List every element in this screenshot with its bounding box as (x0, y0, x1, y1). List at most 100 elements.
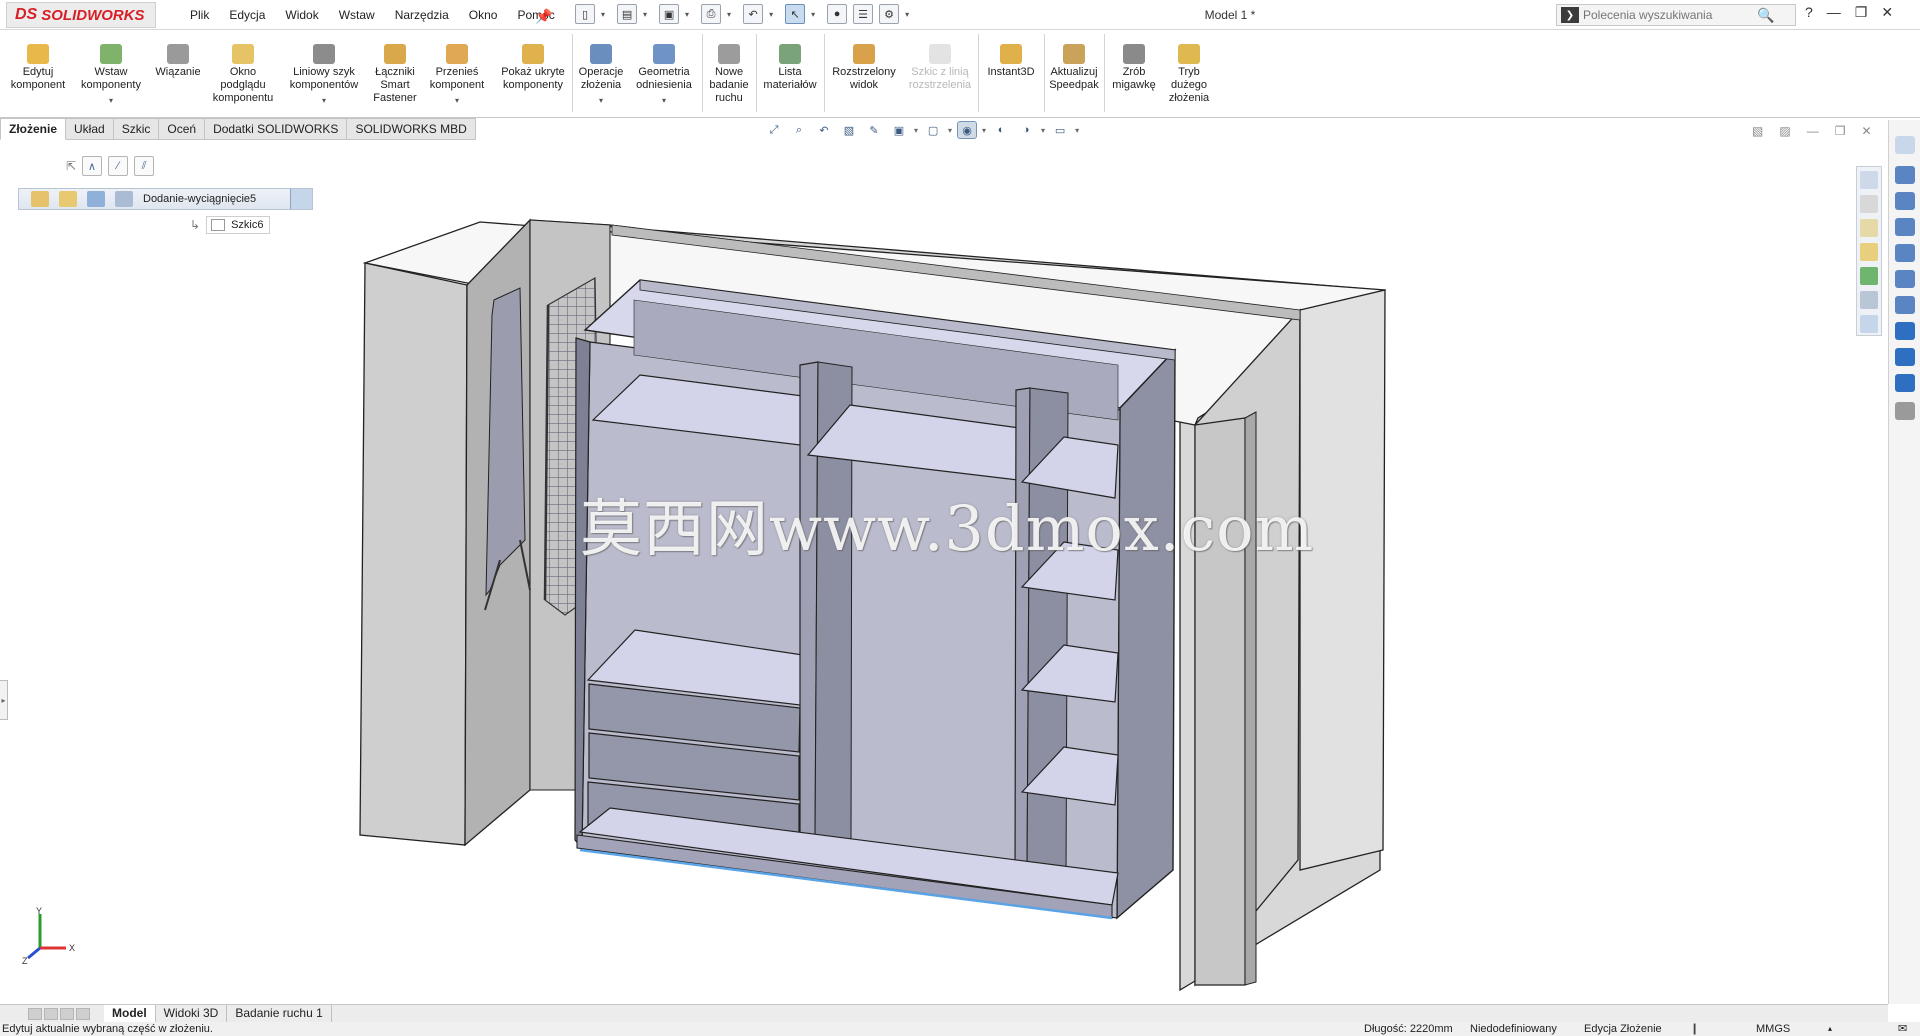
select-cursor-icon[interactable]: ↖ (785, 4, 806, 24)
viewport-close-icon[interactable]: ✕ (1861, 124, 1871, 138)
menu-insert[interactable]: Wstaw (329, 8, 385, 22)
mate-button[interactable]: Wiązanie (150, 44, 206, 79)
print-icon[interactable]: ⎙ (701, 4, 722, 24)
view-settings-icon[interactable]: ▭ (1050, 121, 1070, 139)
trimetric-view-icon[interactable] (1895, 348, 1915, 366)
dimetric-view-icon[interactable] (1895, 374, 1915, 392)
rebuild-icon[interactable]: ❙ (1690, 1022, 1699, 1036)
view-palette-icon[interactable] (1860, 243, 1878, 261)
plane-tool-icon[interactable]: ⫽ (134, 156, 155, 176)
coordinate-triad[interactable]: Y X Z (22, 906, 82, 966)
new-dropdown-icon[interactable]: ▾ (601, 10, 605, 19)
extrude-feature-icon[interactable] (115, 191, 133, 207)
options-gear-icon[interactable]: ⚙ (879, 4, 900, 24)
view-settings-dropdown-icon[interactable]: ▾ (1075, 126, 1079, 135)
traffic-light-icon[interactable]: ● (827, 4, 848, 24)
tab-sketch[interactable]: Szkic (113, 118, 160, 140)
wardrobe-model[interactable] (0, 140, 1885, 1004)
undo-icon[interactable]: ↶ (743, 4, 764, 24)
close-icon[interactable]: ✕ (1881, 4, 1893, 21)
top-view-icon[interactable] (1895, 270, 1915, 288)
tab-layout[interactable]: Układ (66, 118, 114, 140)
bill-of-materials-button[interactable]: Lista materiałów (758, 44, 822, 92)
zoom-to-fit-icon[interactable]: ⤢ (764, 121, 784, 139)
sketch-item[interactable]: Szkic6 (206, 216, 271, 234)
select-dropdown-icon[interactable]: ▾ (811, 10, 815, 19)
pin-pane-icon[interactable] (1895, 136, 1915, 154)
viewport-minimize-icon[interactable]: — (1807, 124, 1819, 138)
viewport-restore-icon[interactable]: ❐ (1835, 124, 1846, 138)
print-dropdown-icon[interactable]: ▾ (727, 10, 731, 19)
hide-show-items-icon[interactable]: ◉ (957, 121, 978, 139)
reference-geometry-dropdown-icon[interactable]: ▾ (630, 94, 698, 107)
subassembly-icon[interactable] (59, 191, 77, 207)
dynamic-annotation-icon[interactable]: ✎ (864, 121, 884, 139)
tab-mbd[interactable]: SOLIDWORKS MBD (347, 118, 476, 140)
solidworks-logo[interactable]: DS SOLIDWORKS (6, 2, 156, 28)
section-view-icon[interactable]: ▧ (839, 121, 859, 139)
menu-window[interactable]: Okno (459, 8, 508, 22)
edit-component-button[interactable]: Edytuj komponent (6, 44, 70, 92)
appearances-icon[interactable] (1860, 267, 1878, 285)
large-assembly-button[interactable]: Tryb dużego złożenia (1164, 44, 1214, 105)
instant3d-button[interactable]: Instant3D (980, 44, 1042, 79)
move-component-dropdown-icon[interactable]: ▾ (424, 94, 490, 107)
component-preview-button[interactable]: Okno podglądu komponentu (208, 44, 278, 105)
assembly-features-button[interactable]: Operacje złożenia ▾ (574, 44, 628, 107)
feedback-icon[interactable]: ✉ (1898, 1022, 1907, 1036)
edit-appearance-icon[interactable]: ◐ (991, 121, 1011, 139)
search-input[interactable] (1583, 8, 1753, 22)
tab-motion-study[interactable]: Badanie ruchu 1 (227, 1005, 332, 1022)
assembly-features-dropdown-icon[interactable]: ▾ (574, 94, 628, 107)
previous-view-icon[interactable]: ↶ (814, 121, 834, 139)
front-view-icon[interactable] (1895, 166, 1915, 184)
folder-icon[interactable] (1860, 219, 1878, 237)
reference-geometry-button[interactable]: Geometria odniesienia ▾ (630, 44, 698, 107)
hide-show-dropdown-icon[interactable]: ▾ (982, 126, 986, 135)
file-properties-icon[interactable]: ☰ (853, 4, 874, 24)
scene-dropdown-icon[interactable]: ▾ (1041, 126, 1045, 135)
units-dropdown-icon[interactable]: ▴ (1828, 1022, 1832, 1036)
custom-properties-icon[interactable] (1860, 291, 1878, 309)
parts-icon[interactable] (1860, 195, 1878, 213)
apply-scene-icon[interactable]: ◑ (1016, 121, 1036, 139)
view-orientation-icon[interactable]: ▣ (889, 121, 909, 139)
home-icon[interactable] (1860, 171, 1878, 189)
insert-components-dropdown-icon[interactable]: ▾ (76, 94, 146, 107)
isometric-view-icon[interactable] (1895, 322, 1915, 340)
tab-3d-views[interactable]: Widoki 3D (156, 1005, 228, 1022)
next-tab-icon[interactable] (60, 1007, 74, 1020)
view-orientation-dropdown-icon[interactable]: ▾ (914, 126, 918, 135)
menu-view[interactable]: Widok (275, 8, 328, 22)
menu-edit[interactable]: Edycja (219, 8, 275, 22)
part-icon[interactable] (87, 191, 105, 207)
tile-right-icon[interactable]: ▨ (1779, 124, 1790, 138)
menu-file[interactable]: Plik (180, 8, 219, 22)
breadcrumb-selection[interactable] (290, 189, 312, 209)
explode-line-sketch-button[interactable]: Szkic z linią rozstrzelenia (904, 44, 976, 92)
status-units[interactable]: MMGS (1756, 1022, 1790, 1036)
graphics-area[interactable]: ▸ (0, 140, 1885, 1004)
new-document-icon[interactable]: ▯ (575, 4, 595, 24)
sketch-tool-icon[interactable]: ∧ (82, 156, 103, 176)
tab-assembly[interactable]: Złożenie (0, 118, 67, 140)
forum-icon[interactable] (1860, 315, 1878, 333)
bottom-view-icon[interactable] (1895, 296, 1915, 314)
line-tool-icon[interactable]: ∕ (108, 156, 129, 176)
options-dropdown-icon[interactable]: ▾ (905, 10, 909, 19)
show-hidden-button[interactable]: Pokaż ukryte komponenty (496, 44, 570, 92)
save-dropdown-icon[interactable]: ▾ (685, 10, 689, 19)
exploded-view-button[interactable]: Rozstrzelony widok (826, 44, 902, 92)
tab-evaluate[interactable]: Oceń (159, 118, 206, 140)
minimize-icon[interactable]: — (1827, 4, 1841, 21)
search-icon[interactable]: 🔍 (1757, 7, 1774, 24)
first-tab-icon[interactable] (28, 1007, 42, 1020)
linear-pattern-button[interactable]: Liniowy szyk komponentów ▾ (284, 44, 364, 107)
measure-icon[interactable] (1895, 402, 1915, 420)
back-view-icon[interactable] (1895, 192, 1915, 210)
last-tab-icon[interactable] (76, 1007, 90, 1020)
tab-addins[interactable]: Dodatki SOLIDWORKS (205, 118, 348, 140)
pin-menu-icon[interactable]: 📌 (535, 8, 552, 25)
menu-tools[interactable]: Narzędzia (385, 8, 459, 22)
feature-tree-toggle[interactable]: ▸ (0, 680, 8, 720)
